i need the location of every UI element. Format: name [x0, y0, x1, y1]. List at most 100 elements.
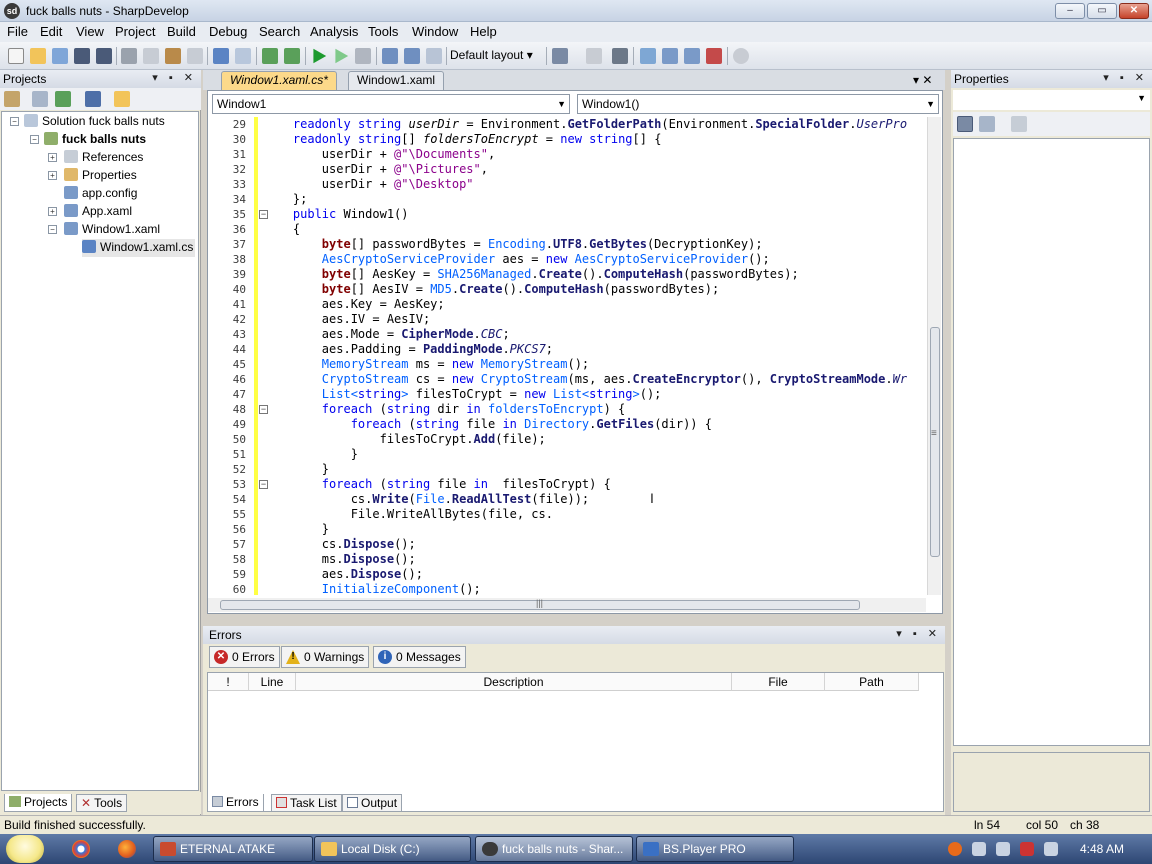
tab-window1-xaml-cs[interactable]: Window1.xaml.cs* — [221, 71, 337, 90]
close-button[interactable]: ✕ — [1119, 3, 1149, 19]
horizontal-scrollbar[interactable]: ||| — [208, 598, 926, 612]
horizontal-scroll-thumb[interactable]: ||| — [220, 598, 860, 610]
categorized-icon[interactable] — [957, 116, 973, 132]
menu-search[interactable]: Search — [257, 24, 302, 39]
class-combo[interactable]: Window1 ▼ — [212, 94, 570, 114]
run-without-debugger-icon[interactable] — [335, 48, 349, 64]
tab-output[interactable]: Output — [342, 794, 403, 812]
taskbar-button-bsplayer[interactable]: BS.Player PRO — [636, 836, 794, 862]
layout-dropdown[interactable]: Default layout ▾ — [450, 48, 533, 62]
panel-controls-icon[interactable]: ▾ ▪ ✕ — [1103, 71, 1148, 84]
show-all-files-icon[interactable] — [32, 91, 48, 107]
code-line[interactable]: readonly string[] foldersToEncrypt = new… — [264, 132, 662, 147]
errors-table[interactable]: ! Line Description File Path — [207, 672, 944, 812]
code-line[interactable]: byte[] passwordBytes = Encoding.UTF8.Get… — [264, 237, 763, 252]
column-file[interactable]: File — [732, 673, 825, 691]
tree-item-window1-xaml-cs[interactable]: Window1.xaml.cs — [82, 239, 196, 257]
code-line[interactable]: foreach (string file in Directory.GetFil… — [264, 417, 712, 432]
toggle-bookmark-icon[interactable] — [662, 48, 678, 64]
tab-projects[interactable]: Projects — [4, 794, 73, 812]
properties-object-combo[interactable]: ▼ — [953, 90, 1150, 110]
network-tray-icon[interactable] — [996, 842, 1010, 856]
tab-task-list[interactable]: Task List — [271, 794, 342, 812]
code-line[interactable]: cs.Write(File.ReadAllTest(file)); — [264, 492, 589, 507]
code-text-area[interactable]: readonly string userDir = Environment.Ge… — [264, 117, 924, 595]
collapse-icon[interactable]: − — [48, 225, 57, 234]
delete-icon[interactable] — [187, 48, 203, 64]
menu-tools[interactable]: Tools — [366, 24, 400, 39]
search-tray-icon[interactable] — [948, 842, 962, 856]
menu-help[interactable]: Help — [468, 24, 499, 39]
warnings-filter-button[interactable]: ! 0 Warnings — [281, 646, 370, 668]
vertical-scrollbar[interactable]: ≡ — [927, 117, 941, 595]
copy-icon[interactable] — [143, 48, 159, 64]
code-line[interactable]: aes.Mode = CipherMode.CBC; — [264, 327, 510, 342]
code-line[interactable]: userDir + @"\Desktop" — [264, 177, 474, 192]
bookmark-icon[interactable] — [586, 48, 602, 64]
tree-item-references[interactable]: References — [64, 149, 143, 167]
expand-icon[interactable]: + — [48, 207, 57, 216]
code-line[interactable]: { — [264, 222, 300, 237]
up-arrow-tray-icon[interactable] — [972, 842, 986, 856]
taskbar-button-local-disk[interactable]: Local Disk (C:) — [314, 836, 471, 862]
code-line[interactable]: } — [264, 447, 358, 462]
editor-controls-icon[interactable]: ▾ ✕ — [913, 73, 932, 87]
menu-edit[interactable]: Edit — [38, 24, 64, 39]
panel-controls-icon[interactable]: ▾ ▪ ✕ — [896, 627, 941, 640]
member-combo[interactable]: Window1() ▼ — [577, 94, 939, 114]
column-path[interactable]: Path — [825, 673, 919, 691]
code-line[interactable]: readonly string userDir = Environment.Ge… — [264, 117, 907, 132]
code-line[interactable]: foreach (string file in filesToCrypt) { — [264, 477, 611, 492]
redo-icon[interactable] — [235, 48, 251, 64]
new-file-icon[interactable] — [8, 48, 24, 64]
code-line[interactable]: AesCryptoServiceProvider aes = new AesCr… — [264, 252, 770, 267]
expand-icon[interactable]: + — [48, 153, 57, 162]
tab-tools[interactable]: ✕ Tools — [76, 794, 128, 812]
vertical-scroll-thumb[interactable]: ≡ — [930, 327, 940, 557]
code-line[interactable]: List<string> filesToCrypt = new List<str… — [264, 387, 662, 402]
code-line[interactable]: aes.IV = AesIV; — [264, 312, 430, 327]
code-line[interactable]: CryptoStream cs = new CryptoStream(ms, a… — [264, 372, 907, 387]
step-out-icon[interactable] — [426, 48, 442, 64]
code-line[interactable]: filesToCrypt.Add(file); — [264, 432, 546, 447]
volume-tray-icon[interactable] — [1044, 842, 1058, 856]
tree-item-window1-xaml[interactable]: Window1.xaml — [64, 221, 160, 239]
start-button[interactable] — [6, 835, 44, 863]
code-line[interactable]: File.WriteAllBytes(file, cs. — [264, 507, 553, 522]
project-properties-icon[interactable] — [4, 91, 20, 107]
column-description[interactable]: Description — [296, 673, 732, 691]
refresh-icon[interactable] — [55, 91, 71, 107]
find-icon[interactable] — [733, 48, 749, 64]
code-line[interactable]: cs.Dispose(); — [264, 537, 416, 552]
property-pages-icon[interactable] — [1011, 116, 1027, 132]
tab-window1-xaml[interactable]: Window1.xaml — [348, 71, 445, 90]
collapse-all-icon[interactable] — [85, 91, 101, 107]
alphabetical-icon[interactable] — [979, 116, 995, 132]
code-line[interactable]: aes.Padding = PaddingMode.PKCS7; — [264, 342, 553, 357]
menu-view[interactable]: View — [74, 24, 106, 39]
menu-project[interactable]: Project — [113, 24, 157, 39]
menu-window[interactable]: Window — [410, 24, 460, 39]
code-line[interactable]: aes.Key = AesKey; — [264, 297, 445, 312]
expand-icon[interactable]: + — [48, 171, 57, 180]
tree-item-properties[interactable]: Properties — [64, 167, 137, 185]
action-center-tray-icon[interactable] — [1020, 842, 1034, 856]
code-line[interactable]: } — [264, 522, 329, 537]
tree-item-solution[interactable]: Solution fuck balls nuts — [24, 113, 165, 131]
code-line[interactable]: InitializeComponent(); — [264, 582, 481, 595]
code-line[interactable]: byte[] AesKey = SHA256Managed.Create().C… — [264, 267, 799, 282]
code-line[interactable]: ms.Dispose(); — [264, 552, 416, 567]
code-line[interactable]: } — [264, 462, 329, 477]
code-line[interactable]: byte[] AesIV = MD5.Create().ComputeHash(… — [264, 282, 719, 297]
build-icon[interactable] — [262, 48, 278, 64]
prev-bookmark-icon[interactable] — [684, 48, 700, 64]
rebuild-icon[interactable] — [284, 48, 300, 64]
column-severity[interactable]: ! — [208, 673, 249, 691]
tree-item-app-config[interactable]: app.config — [64, 185, 137, 203]
firefox-icon[interactable] — [118, 840, 136, 858]
tree-item-app-xaml[interactable]: App.xaml — [64, 203, 132, 221]
navigate-back-icon[interactable] — [552, 48, 568, 64]
code-line[interactable]: MemoryStream ms = new MemoryStream(); — [264, 357, 589, 372]
open-project-icon[interactable] — [52, 48, 68, 64]
clock[interactable]: 4:48 AM — [1080, 842, 1124, 856]
